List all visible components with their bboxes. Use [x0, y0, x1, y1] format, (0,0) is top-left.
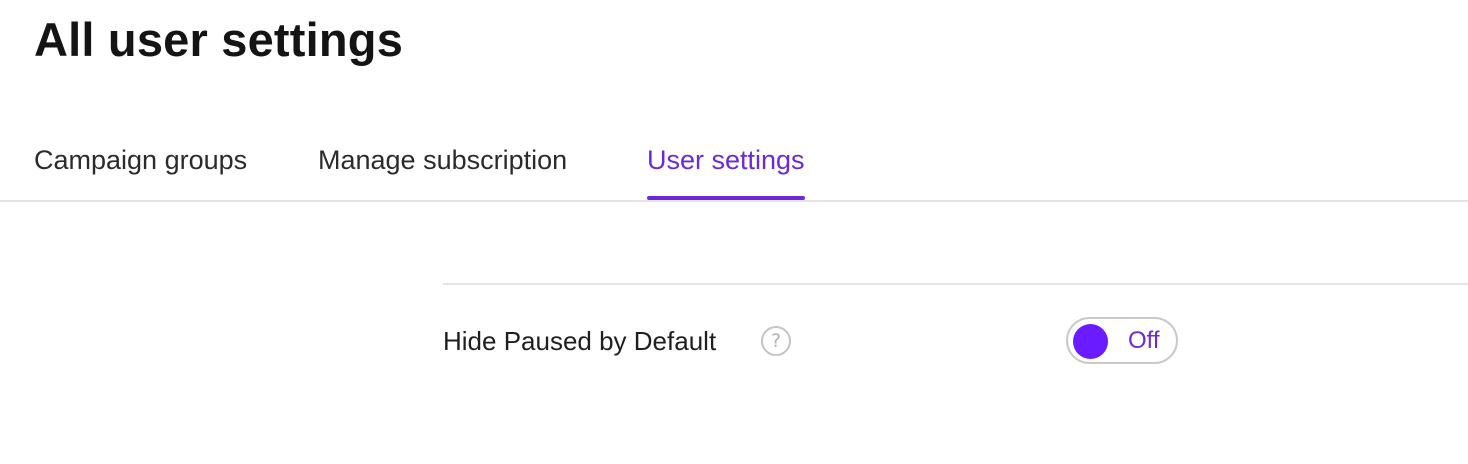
tab-manage-subscription[interactable]: Manage subscription [318, 130, 567, 200]
toggle-state-label: Off [1128, 327, 1160, 354]
tab-bar: Campaign groups Manage subscription User… [0, 130, 1468, 202]
setting-label: Hide Paused by Default [443, 326, 717, 356]
toggle-knob [1073, 324, 1108, 359]
tab-user-settings[interactable]: User settings [647, 130, 805, 200]
page-title: All user settings [34, 13, 404, 66]
settings-divider [443, 283, 1468, 285]
hide-paused-toggle[interactable]: Off [1066, 317, 1178, 364]
question-circle-icon[interactable]: ? [761, 326, 791, 356]
tab-campaign-groups[interactable]: Campaign groups [34, 130, 247, 200]
